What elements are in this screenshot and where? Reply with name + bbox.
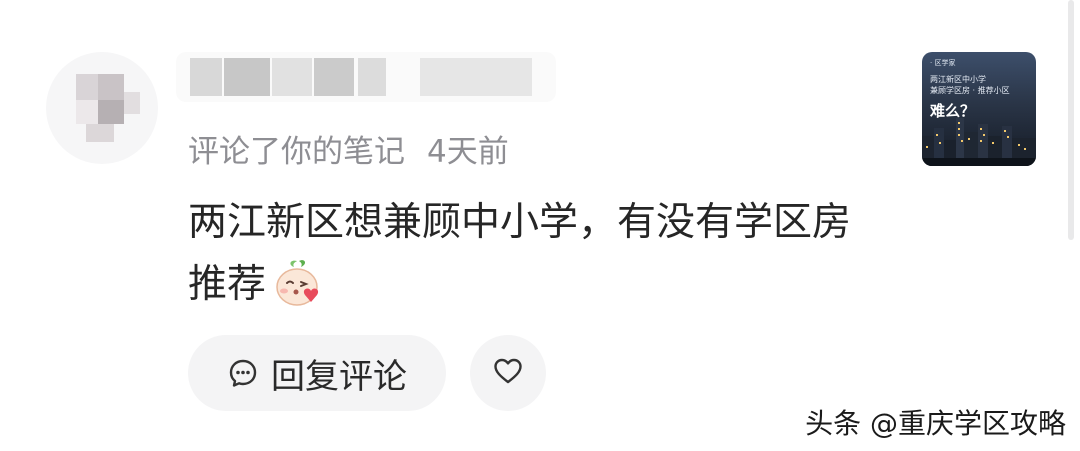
- avatar[interactable]: [46, 52, 158, 164]
- reply-comment-button[interactable]: 回复评论: [188, 335, 446, 411]
- username-pixel: [358, 58, 386, 96]
- heart-outline-icon: [492, 355, 524, 391]
- username-pixel: [314, 58, 354, 96]
- username-pixel: [272, 58, 312, 96]
- avatar-pixel: [76, 74, 98, 100]
- meta-action: 评论了你的笔记: [188, 134, 405, 170]
- thumbnail-line-2: 兼顾学区房 · 推荐小区: [930, 86, 1010, 95]
- reply-comment-label: 回复评论: [271, 356, 407, 397]
- avatar-pixel: [86, 124, 114, 142]
- note-thumbnail[interactable]: · 区学家 两江新区中小学 兼顾学区房 · 推荐小区 难么？: [922, 52, 1036, 166]
- blowing-kiss-peach-emoji: [272, 255, 322, 307]
- thumbnail-small-text: · 区学家: [930, 59, 956, 67]
- notification-page: 评论了你的笔记 4天前 两江新区想兼顾中小学，有没有学区房推荐 回复评论 · 区…: [0, 0, 1080, 451]
- scrollbar[interactable]: [1068, 0, 1074, 240]
- avatar-pixel: [124, 92, 140, 114]
- avatar-pixel: [98, 100, 124, 124]
- comment-bubble-icon: [227, 357, 259, 389]
- watermark: 头条 @重庆学区攻略: [805, 407, 1066, 440]
- username-pixel: [224, 58, 270, 96]
- comment-text-block: 两江新区想兼顾中小学，有没有学区房推荐: [188, 192, 888, 316]
- thumbnail-title: 难么？: [930, 102, 976, 120]
- username-blurred[interactable]: [176, 52, 556, 102]
- comment-meta: 评论了你的笔记 4天前: [188, 126, 509, 171]
- username-pixel: [420, 58, 532, 96]
- username-pixel: [190, 58, 222, 96]
- like-button[interactable]: [470, 335, 546, 411]
- avatar-pixel: [76, 100, 98, 124]
- avatar-pixel: [98, 74, 124, 100]
- meta-time: 4天前: [427, 134, 509, 170]
- thumbnail-line-1: 两江新区中小学: [930, 75, 986, 84]
